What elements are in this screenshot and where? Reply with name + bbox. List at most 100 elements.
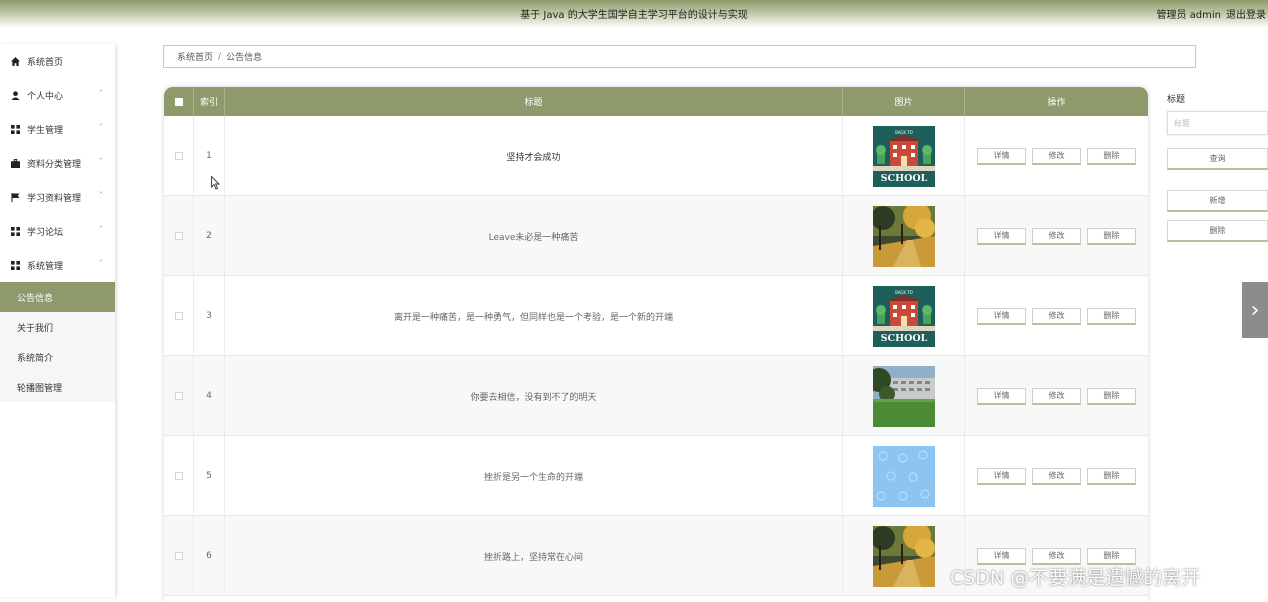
- edit-button[interactable]: 修改: [1032, 227, 1081, 245]
- row-thumbnail: BACK TO SCHOOL: [872, 125, 935, 187]
- flag-icon: [10, 192, 20, 202]
- chevron-down-icon: ˅: [99, 225, 103, 234]
- row-title: 坚持才会成功: [225, 116, 843, 196]
- header-actions: 操作: [1047, 98, 1066, 108]
- table-row: 3 离开是一种痛苦，是一种勇气，但同样也是一个考验，是一个新的开端 BACK TO S…: [164, 276, 1148, 356]
- sidebar-item-materials[interactable]: 学习资料管理 ˅: [0, 180, 115, 214]
- sidebar-item-label: 学习论坛: [27, 227, 64, 238]
- detail-button[interactable]: 详情: [977, 387, 1026, 405]
- home-icon: [10, 56, 20, 66]
- row-actions: 详情 修改 删除: [965, 436, 1148, 516]
- row-index: 3: [194, 276, 225, 356]
- sidebar-item-home[interactable]: 系统首页: [0, 44, 115, 78]
- app-title: 基于 Java 的大学生国学自主学习平台的设计与实现: [520, 10, 748, 21]
- breadcrumb: 系统首页 / 公告信息: [163, 45, 1196, 68]
- thumb-text-bottom: SCHOOL: [880, 173, 927, 184]
- row-title: 离开是一种痛苦，是一种勇气，但同样也是一个考验，是一个新的开端: [225, 276, 843, 356]
- sidebar-subitem-carousel[interactable]: 轮播图管理: [0, 372, 115, 402]
- next-arrow-button[interactable]: ›: [1242, 282, 1268, 338]
- sidebar-item-label: 学习资料管理: [27, 193, 82, 204]
- thumb-text-top: BACK TO: [895, 290, 913, 295]
- row-select-cell[interactable]: [164, 116, 194, 196]
- grid-icon: [10, 226, 20, 236]
- row-thumbnail: [872, 445, 935, 507]
- checkbox[interactable]: [174, 97, 183, 106]
- logout-link[interactable]: 退出登录: [1226, 10, 1266, 21]
- row-thumbnail: [872, 365, 935, 427]
- delete-button[interactable]: 删除: [1087, 387, 1136, 405]
- search-button[interactable]: 查询: [1167, 148, 1268, 170]
- detail-button[interactable]: 详情: [977, 307, 1026, 325]
- table-row: 4 你要去相信，没有到不了的明天 详情 修改 删除: [164, 356, 1148, 436]
- sidebar-item-material-category[interactable]: 资料分类管理 ˅: [0, 146, 115, 180]
- title-search-input[interactable]: 标题: [1167, 111, 1268, 135]
- sidebar-item-forum[interactable]: 学习论坛 ˅: [0, 214, 115, 248]
- sidebar-subitem-intro[interactable]: 系统简介: [0, 342, 115, 372]
- sidebar-subitem-announcements[interactable]: 公告信息: [0, 282, 115, 312]
- detail-button[interactable]: 详情: [977, 467, 1026, 485]
- row-select-cell[interactable]: [164, 196, 194, 276]
- row-select-cell[interactable]: [164, 276, 194, 356]
- sidebar-item-students[interactable]: 学生管理 ˅: [0, 112, 115, 146]
- row-checkbox[interactable]: [174, 552, 183, 560]
- row-actions: 详情 修改 删除: [965, 116, 1148, 196]
- row-checkbox[interactable]: [174, 232, 183, 240]
- edit-button[interactable]: 修改: [1032, 147, 1081, 165]
- header-index: 索引: [194, 87, 225, 116]
- batch-delete-button[interactable]: 删除: [1167, 220, 1268, 242]
- row-title: 你要去相信，没有到不了的明天: [225, 356, 843, 436]
- announcement-table: 索引 标题 图片 操作 1 坚持才会成功 BACK TO SCHOOL 详情 修改 删除 2 L…: [164, 87, 1148, 602]
- watermark: CSDN @不要满是遗憾的离开: [950, 567, 1201, 589]
- row-index: 4: [194, 356, 225, 436]
- row-select-cell[interactable]: [164, 436, 194, 516]
- sidebar-item-system[interactable]: 系统管理 ˄: [0, 248, 115, 282]
- edit-button[interactable]: 修改: [1032, 387, 1081, 405]
- sidebar-item-label: 系统管理: [27, 261, 64, 272]
- edit-button[interactable]: 修改: [1032, 307, 1081, 325]
- delete-button[interactable]: 删除: [1087, 547, 1136, 565]
- chevron-down-icon: ˅: [99, 191, 103, 200]
- row-index: 2: [194, 196, 225, 276]
- delete-button[interactable]: 删除: [1087, 307, 1136, 325]
- edit-button[interactable]: 修改: [1032, 547, 1081, 565]
- thumb-text-top: BACK TO: [895, 130, 913, 135]
- delete-button[interactable]: 删除: [1087, 467, 1136, 485]
- row-select-cell[interactable]: [164, 356, 194, 436]
- delete-button[interactable]: 删除: [1087, 227, 1136, 245]
- row-select-cell[interactable]: [164, 516, 194, 596]
- header-image: 图片: [843, 87, 965, 116]
- chevron-down-icon: ˅: [99, 89, 103, 98]
- row-checkbox[interactable]: [174, 312, 183, 320]
- sidebar-subitem-about[interactable]: 关于我们: [0, 312, 115, 342]
- breadcrumb-home[interactable]: 系统首页: [177, 50, 213, 63]
- table-row: 2 Leave未必是一种痛苦 详情 修改 删除: [164, 196, 1148, 276]
- row-image-cell: BACK TO SCHOOL: [843, 276, 965, 356]
- row-thumbnail: [872, 205, 935, 267]
- edit-button[interactable]: 修改: [1032, 467, 1081, 485]
- chevron-up-icon: ˄: [99, 259, 103, 268]
- header-select-all[interactable]: [164, 87, 194, 116]
- detail-button[interactable]: 详情: [977, 547, 1026, 565]
- row-index: 1: [194, 116, 225, 196]
- row-image-cell: BACK TO SCHOOL: [843, 116, 965, 196]
- row-checkbox[interactable]: [174, 152, 183, 160]
- detail-button[interactable]: 详情: [977, 147, 1026, 165]
- row-checkbox[interactable]: [174, 392, 183, 400]
- breadcrumb-separator: /: [218, 51, 222, 62]
- search-label: 标题: [1167, 95, 1186, 105]
- row-index: 5: [194, 436, 225, 516]
- user-icon: [10, 90, 20, 100]
- sidebar-item-label: 资料分类管理: [27, 159, 82, 170]
- sidebar-item-personal[interactable]: 个人中心 ˅: [0, 78, 115, 112]
- row-checkbox[interactable]: [174, 472, 183, 480]
- chevron-down-icon: ˅: [99, 123, 103, 132]
- top-header: 基于 Java 的大学生国学自主学习平台的设计与实现 管理员 admin 退出登录: [0, 0, 1268, 28]
- row-image-cell: [843, 436, 965, 516]
- table-header: 索引 标题 图片 操作: [164, 87, 1148, 116]
- admin-label: 管理员 admin: [1156, 10, 1221, 21]
- row-title: 挫折路上，坚持常在心间: [225, 516, 843, 596]
- detail-button[interactable]: 详情: [977, 227, 1026, 245]
- chevron-down-icon: ˅: [99, 157, 103, 166]
- add-button[interactable]: 新增: [1167, 190, 1268, 212]
- delete-button[interactable]: 删除: [1087, 147, 1136, 165]
